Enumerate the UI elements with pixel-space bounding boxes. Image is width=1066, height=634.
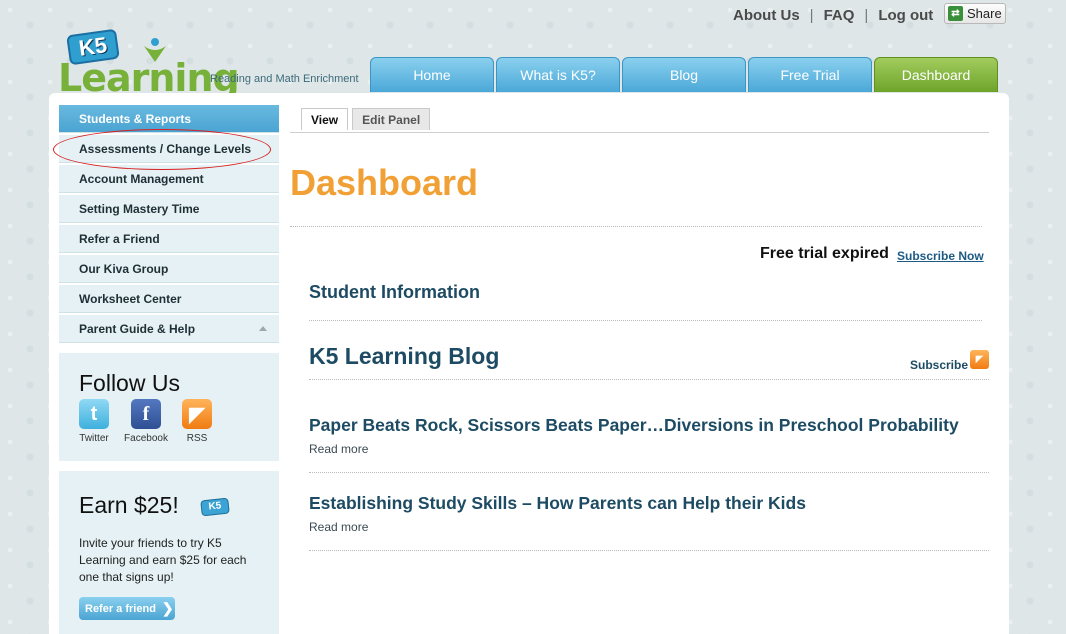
- sidebar-item-students-reports[interactable]: Students & Reports: [59, 105, 279, 133]
- rss-icon[interactable]: ◤: [970, 350, 989, 369]
- tab-edit-panel[interactable]: Edit Panel: [352, 108, 431, 130]
- rss-icon: ◤: [182, 399, 212, 429]
- sidebar-item-mastery-time[interactable]: Setting Mastery Time: [59, 195, 279, 223]
- blog-post-title[interactable]: Paper Beats Rock, Scissors Beats Paper…D…: [309, 415, 959, 436]
- about-us-link[interactable]: About Us: [733, 7, 800, 24]
- sidebar-item-parent-guide[interactable]: Parent Guide & Help: [59, 315, 279, 343]
- nav-blog[interactable]: Blog: [622, 57, 746, 92]
- trial-status: Free trial expired: [760, 245, 889, 262]
- rss-label: RSS: [186, 433, 208, 444]
- caret-up-icon: [259, 326, 267, 331]
- tab-divider: [290, 132, 989, 133]
- share-label: Share: [967, 6, 1002, 21]
- earn-description: Invite your friends to try K5 Learning a…: [79, 536, 247, 584]
- blog-heading: K5 Learning Blog: [309, 343, 500, 369]
- chevron-right-icon: ❯: [161, 600, 174, 616]
- facebook-label: Facebook: [124, 433, 168, 444]
- subscribe-now-link[interactable]: Subscribe Now: [897, 249, 984, 263]
- twitter-link[interactable]: t Twitter: [72, 399, 116, 444]
- earn-title: Earn $25!: [79, 492, 179, 518]
- twitter-label: Twitter: [79, 433, 109, 444]
- faq-link[interactable]: FAQ: [824, 7, 855, 24]
- sidebar-item-account-management[interactable]: Account Management: [59, 165, 279, 193]
- twitter-icon: t: [79, 399, 109, 429]
- share-icon: ⇄: [948, 6, 963, 21]
- nav-what-is-k5[interactable]: What is K5?: [496, 57, 620, 92]
- tagline: Reading and Math Enrichment: [210, 73, 359, 85]
- refer-friend-button[interactable]: Refer a friend ❯: [79, 597, 175, 620]
- divider: [290, 226, 982, 227]
- rss-link[interactable]: ◤ RSS: [175, 399, 219, 444]
- k5-logo[interactable]: K5 Learning: [58, 28, 240, 100]
- sidebar: Students & Reports Assessments / Change …: [59, 105, 279, 345]
- share-button[interactable]: ⇄ Share: [944, 3, 1006, 24]
- k5-badge-icon: K5: [200, 497, 230, 517]
- divider: |: [809, 6, 814, 24]
- divider: [309, 472, 989, 473]
- follow-us-title: Follow Us: [79, 370, 180, 396]
- read-more-link[interactable]: Read more: [309, 442, 368, 456]
- page-title: Dashboard: [290, 162, 479, 203]
- sidebar-item-label: Parent Guide & Help: [79, 321, 196, 336]
- top-links: About Us | FAQ | Log out: [733, 5, 933, 25]
- sidebar-item-worksheet-center[interactable]: Worksheet Center: [59, 285, 279, 313]
- student-info-heading[interactable]: Student Information: [309, 282, 480, 303]
- refer-friend-label: Refer a friend: [85, 602, 156, 615]
- blog-post-title[interactable]: Establishing Study Skills – How Parents …: [309, 493, 806, 514]
- nav-home[interactable]: Home: [370, 57, 494, 92]
- tab-view[interactable]: View: [301, 108, 349, 130]
- main-nav: Home What is K5? Blog Free Trial Dashboa…: [370, 57, 1000, 92]
- content-tabs: View Edit Panel: [301, 108, 434, 130]
- sidebar-item-refer-friend[interactable]: Refer a Friend: [59, 225, 279, 253]
- follow-us-box: Follow Us t Twitter f Facebook ◤ RSS: [59, 353, 279, 461]
- nav-dashboard[interactable]: Dashboard: [874, 57, 998, 92]
- blog-subscribe-link[interactable]: Subscribe: [910, 358, 968, 372]
- facebook-link[interactable]: f Facebook: [124, 399, 168, 444]
- divider: [309, 379, 989, 380]
- nav-free-trial[interactable]: Free Trial: [748, 57, 872, 92]
- facebook-icon: f: [131, 399, 161, 429]
- divider: [309, 320, 982, 321]
- earn-box: Earn $25! K5 Invite your friends to try …: [59, 471, 279, 634]
- sidebar-item-assessments[interactable]: Assessments / Change Levels: [59, 135, 279, 163]
- divider: |: [864, 6, 869, 24]
- divider: [309, 550, 989, 551]
- logout-link[interactable]: Log out: [878, 7, 933, 24]
- sidebar-item-kiva-group[interactable]: Our Kiva Group: [59, 255, 279, 283]
- read-more-link[interactable]: Read more: [309, 520, 368, 534]
